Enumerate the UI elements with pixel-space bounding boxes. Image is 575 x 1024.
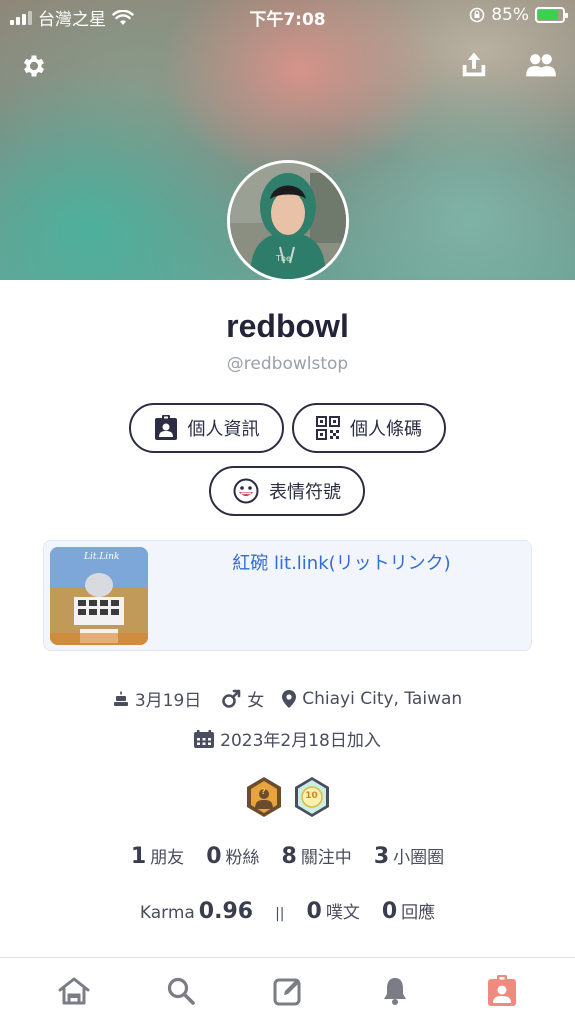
status-bar: 台灣之星 下午7:08 85% (0, 0, 575, 32)
badges-row: ? 10 (0, 776, 575, 818)
tab-search[interactable] (151, 966, 211, 1016)
id-card-icon (154, 415, 177, 440)
cliques-stat[interactable]: 3 小圈圈 (374, 843, 444, 869)
plurks-label: 噗文 (325, 903, 360, 923)
bell-icon (383, 978, 406, 1005)
friends-label: 朋友 (150, 848, 185, 868)
cliques-count: 3 (373, 844, 390, 869)
bottom-tab-bar (0, 957, 575, 1024)
joined-text: 2023年2月18日加入 (220, 731, 381, 751)
karma-stat[interactable]: Karma 0.96 (140, 899, 253, 924)
tab-home[interactable] (44, 966, 104, 1016)
username: @redbowlstop (226, 354, 349, 374)
following-label: 關注中 (300, 848, 352, 868)
friends-stat[interactable]: 1 朋友 (131, 843, 184, 869)
compose-icon (273, 978, 300, 1006)
home-icon (58, 977, 89, 1005)
birthday-item: 3月19日 (113, 686, 201, 711)
male-symbol-icon (222, 689, 241, 708)
emoji-button[interactable]: 表情符號 (209, 466, 365, 516)
tab-profile[interactable] (472, 966, 532, 1016)
battery-icon (535, 7, 568, 23)
fans-stat[interactable]: 0 粉絲 (206, 843, 259, 869)
location-pin-icon (282, 689, 297, 708)
share-upload-icon (462, 52, 486, 77)
secret-badge-text: ? (261, 787, 266, 796)
link-preview-card[interactable]: Lit.Link 紅碗 lit.link(リットリンク) (43, 540, 532, 651)
cake-icon (113, 691, 128, 706)
location-text: Chiayi City, Taiwan (302, 688, 463, 709)
calendar-icon (194, 729, 215, 748)
avatar[interactable]: The (227, 160, 349, 282)
emoji-label: 表情符號 (269, 482, 341, 503)
replies-stat[interactable]: 0 回應 (382, 898, 435, 924)
profile-barcode-button[interactable]: 個人條碼 (292, 403, 446, 453)
replies-count: 0 (381, 899, 398, 924)
display-name: redbowl (226, 308, 349, 344)
profile-info-label: 個人資訊 (187, 419, 260, 440)
stats-row-2: Karma 0.96 || 0 噗文 0 回應 (0, 898, 575, 924)
level-10-badge[interactable]: 10 (293, 776, 331, 818)
rotation-lock-icon (469, 7, 485, 23)
secret-badge-icon (246, 777, 281, 817)
secret-badge[interactable]: ? (245, 776, 283, 818)
karma-value: 0.96 (198, 899, 254, 924)
profile-icon (487, 975, 516, 1006)
replies-label: 回應 (401, 903, 436, 923)
stats-separator: || (275, 906, 285, 922)
qr-code-icon (316, 416, 340, 440)
gear-icon (23, 55, 45, 77)
joined-item: 2023年2月18日加入 (194, 726, 381, 751)
level-10-badge-text: 10 (305, 791, 318, 801)
friends-button[interactable] (523, 48, 559, 82)
emoji-face-icon (233, 478, 259, 504)
plurks-count: 0 (306, 899, 322, 924)
settings-button[interactable] (18, 50, 50, 82)
link-title[interactable]: 紅碗 lit.link(リットリンク) (164, 549, 519, 575)
karma-label: Karma (139, 903, 195, 923)
fans-count: 0 (206, 844, 222, 869)
gender-item: 女 (221, 686, 264, 711)
stats-row: 1 朋友 0 粉絲 8 關注中 3 小圈圈 (0, 843, 575, 869)
meta-row-2: 2023年2月18日加入 (0, 726, 575, 751)
link-thumbnail: Lit.Link (50, 547, 148, 645)
friends-icon (526, 54, 556, 77)
birthday-text: 3月19日 (134, 691, 202, 711)
status-right: 85% (469, 5, 568, 25)
following-stat[interactable]: 8 關注中 (282, 843, 352, 869)
battery-percent: 85% (491, 5, 529, 25)
friends-count: 1 (130, 844, 147, 869)
fans-label: 粉絲 (225, 848, 260, 868)
profile-info-button[interactable]: 個人資訊 (129, 403, 284, 453)
meta-row-1: 3月19日 女 Chiayi City, Taiwan (0, 686, 575, 711)
gender-text: 女 (247, 691, 265, 711)
svg-text:The: The (275, 254, 291, 263)
link-thumbnail-text: Lit.Link (84, 552, 120, 562)
plurks-stat[interactable]: 0 噗文 (307, 898, 360, 924)
avatar-photo: The (230, 163, 346, 279)
profile-barcode-label: 個人條碼 (350, 419, 422, 440)
share-button[interactable] (457, 48, 491, 82)
tab-notifications[interactable] (365, 966, 425, 1016)
tab-compose[interactable] (258, 966, 318, 1016)
following-count: 8 (281, 844, 297, 869)
search-icon (167, 977, 195, 1005)
cliques-label: 小圈圈 (393, 848, 445, 868)
location-item: Chiayi City, Taiwan (282, 689, 462, 709)
